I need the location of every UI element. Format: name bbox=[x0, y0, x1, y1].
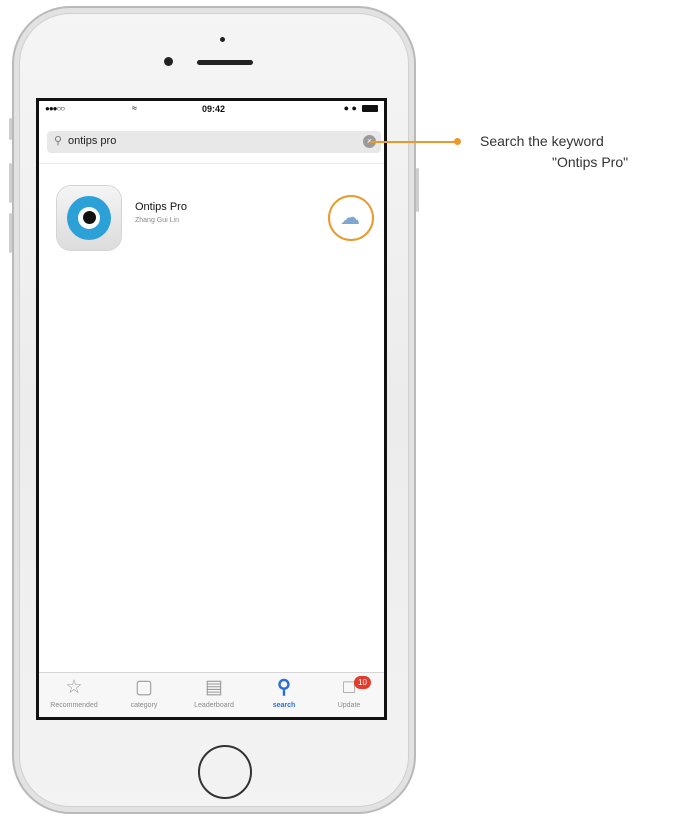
callout-dot bbox=[454, 138, 461, 145]
app-name[interactable]: Ontips Pro bbox=[135, 201, 187, 213]
status-bar: ●●●○○ ≈ 09:42 ● ● bbox=[39, 101, 384, 119]
earpiece-speaker bbox=[197, 60, 253, 65]
volume-down-button bbox=[9, 213, 12, 253]
app-icon-pupil bbox=[83, 211, 96, 224]
search-icon: ⚲ bbox=[277, 677, 291, 698]
volume-up-button bbox=[9, 163, 12, 203]
download-highlight[interactable]: ☁ bbox=[328, 195, 374, 241]
tab-label: search bbox=[272, 702, 296, 709]
front-camera bbox=[164, 57, 173, 66]
category-icon: ▢ bbox=[135, 677, 153, 698]
search-input[interactable]: ontips pro bbox=[68, 135, 116, 147]
app-icon-ring bbox=[67, 196, 111, 240]
tab-recommended[interactable]: ☆ Recommended bbox=[39, 673, 109, 717]
alarm-icon: ● ● bbox=[343, 103, 357, 113]
search-bar[interactable]: ⚲ ontips pro × bbox=[47, 131, 381, 153]
app-developer: Zhang Gui Lin bbox=[135, 217, 179, 224]
ontips-app-icon[interactable] bbox=[57, 186, 121, 250]
callout-text: Search the keyword "Ontips Pro" bbox=[480, 131, 678, 173]
divider bbox=[39, 163, 384, 164]
callout-leader-line bbox=[370, 141, 458, 143]
battery-icon bbox=[362, 105, 378, 112]
cloud-download-icon[interactable]: ☁ bbox=[340, 207, 360, 229]
tab-update[interactable]: □ 10 Update bbox=[314, 673, 384, 717]
search-icon: ⚲ bbox=[54, 135, 63, 147]
tab-search[interactable]: ⚲ search bbox=[249, 673, 319, 717]
home-button[interactable] bbox=[198, 745, 252, 799]
tab-category[interactable]: ▢ category bbox=[109, 673, 179, 717]
proximity-sensor bbox=[220, 37, 225, 42]
star-icon: ☆ bbox=[65, 677, 83, 698]
update-icon: □ bbox=[343, 677, 355, 698]
app-icon-eye bbox=[78, 207, 100, 229]
signal-indicator: ●●●○○ bbox=[45, 104, 65, 113]
phone-screen: ●●●○○ ≈ 09:42 ● ● ⚲ ontips pro × Ontips … bbox=[36, 98, 387, 720]
mute-switch bbox=[9, 118, 12, 140]
tab-label: Leaderboard bbox=[194, 702, 234, 709]
tab-bar: ☆ Recommended ▢ category ▤ Leaderboard ⚲… bbox=[39, 672, 384, 717]
status-time: 09:42 bbox=[202, 104, 226, 114]
wifi-icon: ≈ bbox=[132, 103, 137, 113]
update-badge: 10 bbox=[354, 676, 371, 689]
tab-leaderboard[interactable]: ▤ Leaderboard bbox=[179, 673, 249, 717]
callout-line-1: Search the keyword bbox=[480, 133, 604, 149]
tab-label: Update bbox=[337, 702, 361, 709]
list-icon: ▤ bbox=[205, 677, 223, 698]
tab-label: Recommended bbox=[50, 702, 98, 709]
tab-label: category bbox=[130, 702, 158, 709]
search-result-row[interactable]: Ontips Pro Zhang Gui Lin ☁ bbox=[39, 179, 384, 259]
power-button bbox=[416, 168, 419, 212]
callout-line-2: "Ontips Pro" bbox=[552, 154, 629, 170]
